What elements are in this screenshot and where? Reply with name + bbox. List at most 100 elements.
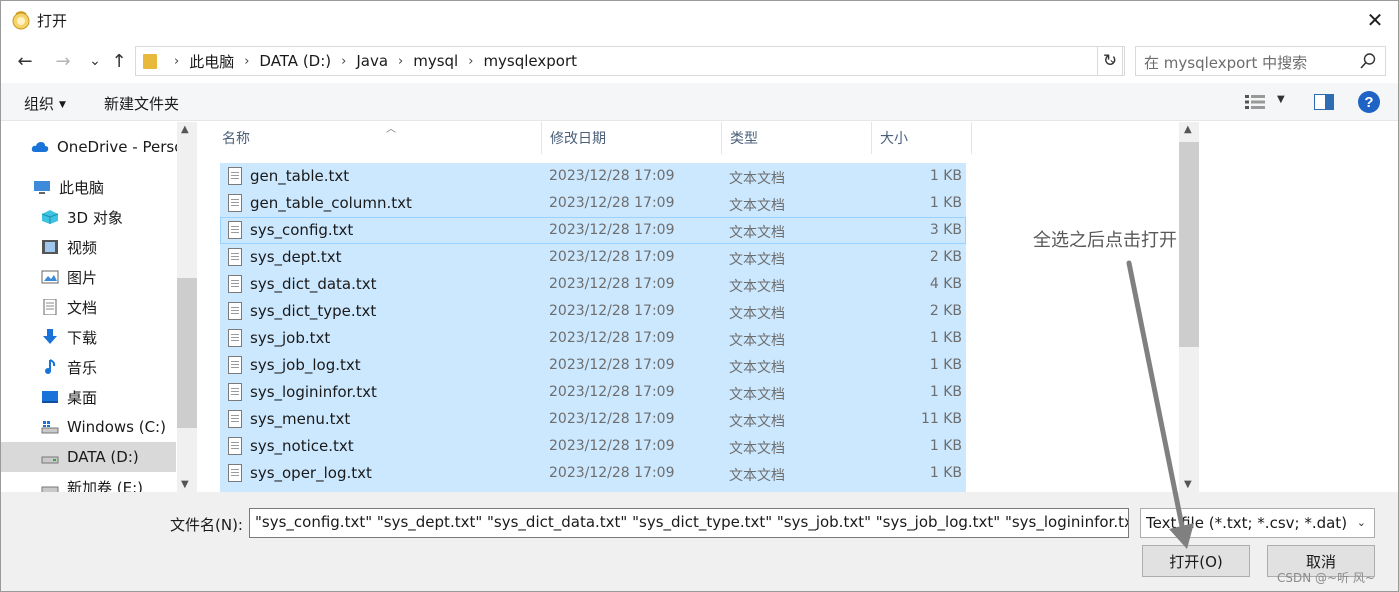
file-size: 1 KB xyxy=(929,168,962,184)
breadcrumb-item-mysql[interactable]: mysql xyxy=(413,52,458,70)
refresh-button[interactable]: ↻ xyxy=(1097,46,1123,76)
scroll-up-icon[interactable]: ▲ xyxy=(1184,124,1192,135)
search-placeholder: 在 mysqlexport 中搜索 xyxy=(1144,54,1308,72)
scroll-down-icon[interactable]: ▼ xyxy=(1184,479,1192,490)
close-button[interactable]: ✕ xyxy=(1352,1,1398,39)
new-folder-label: 新建文件夹 xyxy=(104,95,180,113)
filename-input[interactable]: "sys_config.txt" "sys_dept.txt" "sys_dic… xyxy=(249,508,1129,538)
scrollbar-thumb[interactable] xyxy=(177,278,197,428)
text-file-icon xyxy=(228,437,242,455)
search-box[interactable]: 在 mysqlexport 中搜索 xyxy=(1135,46,1386,76)
breadcrumb-item-java[interactable]: Java xyxy=(356,52,388,70)
sidebar-item-data-d[interactable]: DATA (D:) xyxy=(1,442,176,472)
sidebar-item-music[interactable]: 音乐 xyxy=(41,352,197,382)
file-row[interactable]: sys_menu.txt 2023/12/28 17:09 文本文档 11 KB xyxy=(220,406,966,433)
column-header-type[interactable]: 类型 xyxy=(722,122,872,154)
sidebar-item-windows-c[interactable]: Windows (C:) xyxy=(41,412,197,442)
scroll-down-icon[interactable]: ▼ xyxy=(181,479,189,490)
file-list-scrollbar[interactable]: ▲ ▼ xyxy=(1179,122,1199,492)
file-row[interactable]: gen_table.txt 2023/12/28 17:09 文本文档 1 KB xyxy=(220,163,966,190)
sidebar-item-new-volume-e[interactable]: 新加卷 (E:) xyxy=(41,472,197,492)
sidebar-item-downloads[interactable]: 下载 xyxy=(41,322,197,352)
scroll-up-icon[interactable]: ▲ xyxy=(181,124,189,135)
column-header-name[interactable]: ︿ 名称 xyxy=(214,122,542,154)
file-type: 文本文档 xyxy=(729,360,785,376)
navigation-pane-scrollbar[interactable]: ▲ ▼ xyxy=(177,122,197,492)
file-row[interactable]: sys_logininfor.txt 2023/12/28 17:09 文本文档 1 … xyxy=(220,379,966,406)
text-file-icon xyxy=(228,167,242,185)
breadcrumb-item-this-pc[interactable]: 此电脑 xyxy=(189,51,234,72)
file-type: 文本文档 xyxy=(729,333,785,349)
organize-button[interactable]: 组织 ▼ xyxy=(24,93,66,114)
sidebar-item-desktop[interactable]: 桌面 xyxy=(41,382,197,412)
file-row[interactable]: sys_dict_type.txt 2023/12/28 17:09 文本文档 2 K… xyxy=(220,298,966,325)
scrollbar-thumb[interactable] xyxy=(1179,142,1199,347)
folder-icon xyxy=(143,54,157,69)
view-options-icon[interactable] xyxy=(1245,95,1265,109)
text-file-icon xyxy=(228,383,242,401)
up-button[interactable]: ↑ xyxy=(107,49,131,73)
file-row[interactable]: sys_dict_data.txt 2023/12/28 17:09 文本文档 4 K… xyxy=(220,271,966,298)
view-dropdown-icon[interactable]: ▼ xyxy=(1277,94,1285,105)
window-title: 打开 xyxy=(37,12,68,30)
file-name: sys_menu.txt xyxy=(250,410,351,428)
column-header-label: 修改日期 xyxy=(550,131,606,147)
breadcrumb-item-data-drive[interactable]: DATA (D:) xyxy=(259,52,331,70)
file-row[interactable]: sys_job_log.txt 2023/12/28 17:09 文本文档 1 KB xyxy=(220,352,966,379)
sidebar-item-this-pc[interactable]: 此电脑 xyxy=(33,172,197,202)
column-header-label: 大小 xyxy=(880,131,908,147)
back-button[interactable]: ← xyxy=(13,49,37,73)
text-file-icon xyxy=(228,464,242,482)
forward-button[interactable]: → xyxy=(51,49,75,73)
file-size: 1 KB xyxy=(929,438,962,454)
sort-ascending-icon: ︿ xyxy=(386,124,396,135)
file-row[interactable]: gen_table_column.txt 2023/12/28 17:09 文本文档… xyxy=(220,190,966,217)
sidebar-item-3d-objects[interactable]: 3D 对象 xyxy=(41,202,197,232)
sidebar-item-videos[interactable]: 视频 xyxy=(41,232,197,262)
file-row[interactable]: sys_job.txt 2023/12/28 17:09 文本文档 1 KB xyxy=(220,325,966,352)
text-file-icon xyxy=(228,248,242,266)
breadcrumb: › 此电脑 › DATA (D:) › Java › mysql › mysql… xyxy=(164,47,577,75)
chevron-down-icon: ⌄ xyxy=(89,53,101,69)
help-label: ? xyxy=(1364,93,1374,111)
column-header-label: 名称 xyxy=(222,131,250,147)
file-row[interactable]: sys_oper_log.txt 2023/12/28 17:09 文本文档 1 KB xyxy=(220,460,966,487)
preview-pane-icon[interactable] xyxy=(1314,94,1334,110)
file-type-select[interactable]: Text file (*.txt; *.csv; *.dat) ⌄ xyxy=(1140,508,1375,538)
file-size: 1 KB xyxy=(929,330,962,346)
open-button[interactable]: 打开(O) xyxy=(1142,545,1250,577)
column-header-date[interactable]: 修改日期 xyxy=(542,122,722,154)
file-row[interactable]: sys_config.txt 2023/12/28 17:09 文本文档 3 KB xyxy=(220,217,966,244)
address-bar[interactable]: › 此电脑 › DATA (D:) › Java › mysql › mysql… xyxy=(135,46,1125,76)
sidebar-item-onedrive[interactable]: OneDrive - Perso xyxy=(31,132,197,162)
text-file-icon xyxy=(228,275,242,293)
new-folder-button[interactable]: 新建文件夹 xyxy=(104,93,179,114)
sidebar-item-pictures[interactable]: 图片 xyxy=(41,262,197,292)
file-name: sys_job_log.txt xyxy=(250,356,361,374)
navigation-pane: OneDrive - Perso 此电脑 3D 对象 视频 图片 文档 下载 音… xyxy=(1,122,197,492)
column-header-size[interactable]: 大小 xyxy=(872,122,972,154)
recent-locations-button[interactable]: ⌄ xyxy=(83,49,107,73)
chevron-down-icon: ⌄ xyxy=(1356,516,1366,529)
up-arrow-icon: ↑ xyxy=(111,50,127,72)
file-type: 文本文档 xyxy=(729,414,785,430)
search-icon xyxy=(1360,53,1376,69)
file-row[interactable]: sys_dept.txt 2023/12/28 17:09 文本文档 2 KB xyxy=(220,244,966,271)
help-icon[interactable]: ? xyxy=(1358,91,1380,113)
file-type: 文本文档 xyxy=(729,225,785,241)
file-size: 1 KB xyxy=(929,384,962,400)
file-type: 文本文档 xyxy=(729,252,785,268)
breadcrumb-item-mysqlexport[interactable]: mysqlexport xyxy=(483,52,577,70)
drive-icon xyxy=(41,456,59,464)
file-list: ︿ 名称 修改日期 类型 大小 gen_table.txt 2023/12/28 … xyxy=(201,122,1379,492)
cube-icon xyxy=(41,210,59,224)
file-name: sys_dict_data.txt xyxy=(250,275,377,293)
file-row[interactable]: sys_notice.txt 2023/12/28 17:09 文本文档 1 KB xyxy=(220,433,966,460)
chevron-right-icon: › xyxy=(174,53,180,69)
file-size: 1 KB xyxy=(929,465,962,481)
sidebar-item-documents[interactable]: 文档 xyxy=(41,292,197,322)
sidebar-item-label: 新加卷 (E:) xyxy=(67,478,144,493)
file-date: 2023/12/28 17:09 xyxy=(549,357,675,373)
text-file-icon xyxy=(228,302,242,320)
file-size: 4 KB xyxy=(929,276,962,292)
